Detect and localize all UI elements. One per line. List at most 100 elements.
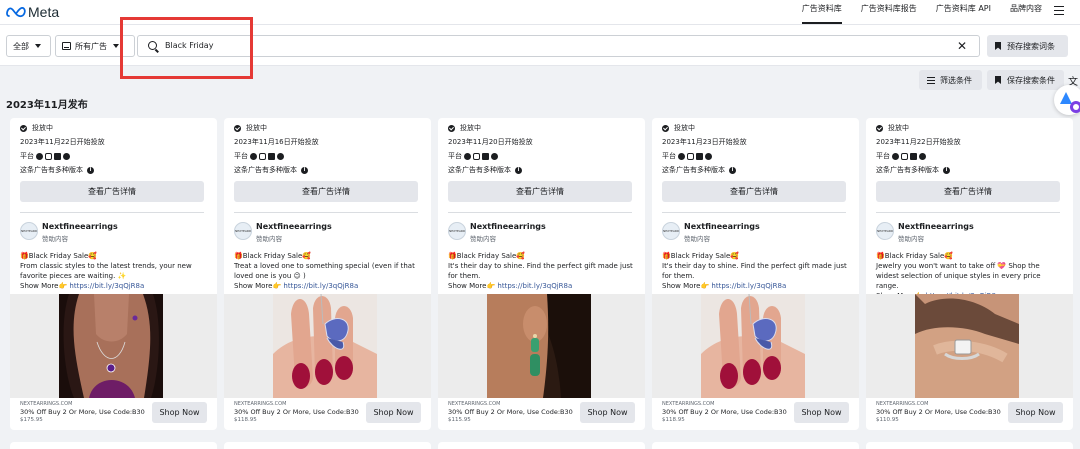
meta-logo[interactable]: Meta (6, 0, 59, 24)
footer-price: $118.95 (662, 417, 685, 423)
advertiser-name[interactable]: Nextfineearrings (470, 222, 546, 231)
footer-title: 30% Off Buy 2 Or More, Use Code:B30 (448, 408, 573, 416)
ad-headline: 🎁Black Friday Sale🥰 (662, 252, 740, 260)
info-icon[interactable]: i (87, 166, 94, 174)
ad-link[interactable]: https://bit.ly/3qQjR8a (69, 282, 144, 290)
show-more-label[interactable]: Show More👉 (234, 282, 281, 290)
divider (448, 212, 632, 213)
messenger-icon (277, 152, 284, 160)
country-select[interactable]: 全部 (6, 35, 51, 57)
show-more-label[interactable]: Show More👉 (448, 282, 495, 290)
show-more-label[interactable]: Show More👉 (20, 282, 67, 290)
advertiser-avatar[interactable]: NEXTEARRINGS (876, 222, 894, 240)
ad-link[interactable]: https://bit.ly/3qQjR8a (283, 282, 358, 290)
status-label: 投放中 (32, 124, 53, 132)
view-ad-details-button[interactable]: 查看广告详情 (20, 181, 204, 202)
shop-now-button[interactable]: Shop Now (794, 402, 849, 423)
ad-card: 投放中 2023年11月16日开始投放 平台 这条广告有多种版本 i 查看广告详… (224, 118, 431, 430)
info-icon[interactable]: i (943, 166, 950, 174)
menu-icon[interactable] (1054, 6, 1064, 15)
ad-description: Jewelry you won't want to take off 💝 Sho… (876, 262, 1041, 290)
multiple-versions-note: 这条广告有多种版本 i (20, 165, 94, 175)
instagram-icon (45, 152, 52, 160)
active-check-icon (662, 124, 669, 132)
ad-headline: 🎁Black Friday Sale🥰 (20, 252, 98, 260)
advertiser-name[interactable]: Nextfineearrings (898, 222, 974, 231)
view-ad-details-button[interactable]: 查看广告详情 (876, 181, 1060, 202)
ad-image[interactable] (10, 294, 217, 398)
active-check-icon (20, 124, 27, 132)
advertiser-avatar[interactable]: NEXTEARRINGS (662, 222, 680, 240)
facebook-icon (464, 152, 471, 160)
advertiser-name[interactable]: Nextfineearrings (684, 222, 760, 231)
show-more-row: Show More👉 https://bit.ly/3qQjR8a (448, 281, 636, 291)
advertiser-avatar[interactable]: NEXTEARRINGS (234, 222, 252, 240)
save-search-button[interactable]: 预存搜索词条 (987, 35, 1068, 57)
platforms-label: 平台 (234, 152, 248, 160)
footer-title: 30% Off Buy 2 Or More, Use Code:B30 (876, 408, 1001, 416)
ad-body-text: 🎁Black Friday Sale🥰 It's their day to sh… (448, 251, 636, 291)
footer-domain: NEXTEARRINGS.COM (448, 401, 501, 407)
ad-card: 投放中 2023年11月20日开始投放 平台 这条广告有多种版本 i 查看广告详… (438, 118, 645, 430)
view-ad-details-button[interactable]: 查看广告详情 (662, 181, 846, 202)
section-title: 2023年11月发布 (6, 100, 88, 111)
start-date: 2023年11月22日开始投放 (876, 138, 961, 146)
active-check-icon (234, 124, 241, 132)
advertiser-name[interactable]: Nextfineearrings (42, 222, 118, 231)
bookmark-icon (995, 42, 1001, 50)
sponsored-label: 赞助内容 (256, 235, 282, 243)
footer-domain: NEXTEARRINGS.COM (234, 401, 287, 407)
shop-now-button[interactable]: Shop Now (580, 402, 635, 423)
divider (662, 212, 846, 213)
show-more-row: Show More👉 https://bit.ly/3qQjR8a (20, 281, 208, 291)
ad-image[interactable] (224, 294, 431, 398)
info-icon[interactable]: i (729, 166, 736, 174)
advertiser-avatar[interactable]: NEXTEARRINGS (20, 222, 38, 240)
nav-link-ad-library-api[interactable]: 广告资料库 API (936, 0, 991, 24)
ad-image[interactable] (652, 294, 859, 398)
product-image-ring (915, 294, 1019, 398)
floating-assistant-icon[interactable] (1054, 85, 1080, 115)
platforms-row: 平台 (448, 151, 498, 161)
view-ad-details-button[interactable]: 查看广告详情 (234, 181, 418, 202)
ad-link[interactable]: https://bit.ly/3qQjR8a (497, 282, 572, 290)
advertiser-name[interactable]: Nextfineearrings (256, 222, 332, 231)
search-input[interactable]: Black Friday ✕ (137, 35, 980, 57)
ad-image[interactable] (866, 294, 1073, 398)
multiple-versions-note: 这条广告有多种版本 i (876, 165, 950, 175)
info-icon[interactable]: i (301, 166, 308, 174)
ad-image[interactable] (438, 294, 645, 398)
versions-label: 这条广告有多种版本 (448, 166, 511, 174)
clear-icon[interactable]: ✕ (957, 39, 967, 53)
show-more-label[interactable]: Show More👉 (662, 282, 709, 290)
nav-link-ad-library-report[interactable]: 广告资料库报告 (861, 0, 917, 24)
instagram-icon (687, 152, 694, 160)
platforms-row: 平台 (662, 151, 712, 161)
audience-network-icon (482, 152, 489, 160)
ad-type-select-label: 所有广告 (75, 41, 107, 51)
shop-now-button[interactable]: Shop Now (152, 402, 207, 423)
status-label: 投放中 (460, 124, 481, 132)
ad-link[interactable]: https://bit.ly/3qQjR8a (711, 282, 786, 290)
audience-network-icon (268, 152, 275, 160)
info-icon[interactable]: i (515, 166, 522, 174)
nav-link-branded-content[interactable]: 品牌内容 (1010, 0, 1042, 24)
filter-button[interactable]: 筛选条件 (919, 70, 982, 90)
advertiser-avatar[interactable]: NEXTEARRINGS (448, 222, 466, 240)
start-date: 2023年11月23日开始投放 (662, 138, 747, 146)
ad-card: 投放中 2023年11月23日开始投放 平台 这条广告有多种版本 i 查看广告详… (652, 118, 859, 430)
nav-link-ad-library[interactable]: 广告资料库 (801, 0, 842, 24)
active-check-icon (876, 124, 883, 132)
ad-category-icon (62, 42, 71, 50)
instagram-icon (473, 152, 480, 160)
save-filter-button[interactable]: 保存搜索条件 (987, 70, 1064, 90)
status-label: 投放中 (674, 124, 695, 132)
footer-domain: NEXTEARRINGS.COM (662, 401, 715, 407)
shop-now-button[interactable]: Shop Now (1008, 402, 1063, 423)
view-ad-details-button[interactable]: 查看广告详情 (448, 181, 632, 202)
start-date: 2023年11月16日开始投放 (234, 138, 319, 146)
shop-now-button[interactable]: Shop Now (366, 402, 421, 423)
sponsored-label: 赞助内容 (684, 235, 710, 243)
multiple-versions-note: 这条广告有多种版本 i (234, 165, 308, 175)
messenger-icon (919, 152, 926, 160)
